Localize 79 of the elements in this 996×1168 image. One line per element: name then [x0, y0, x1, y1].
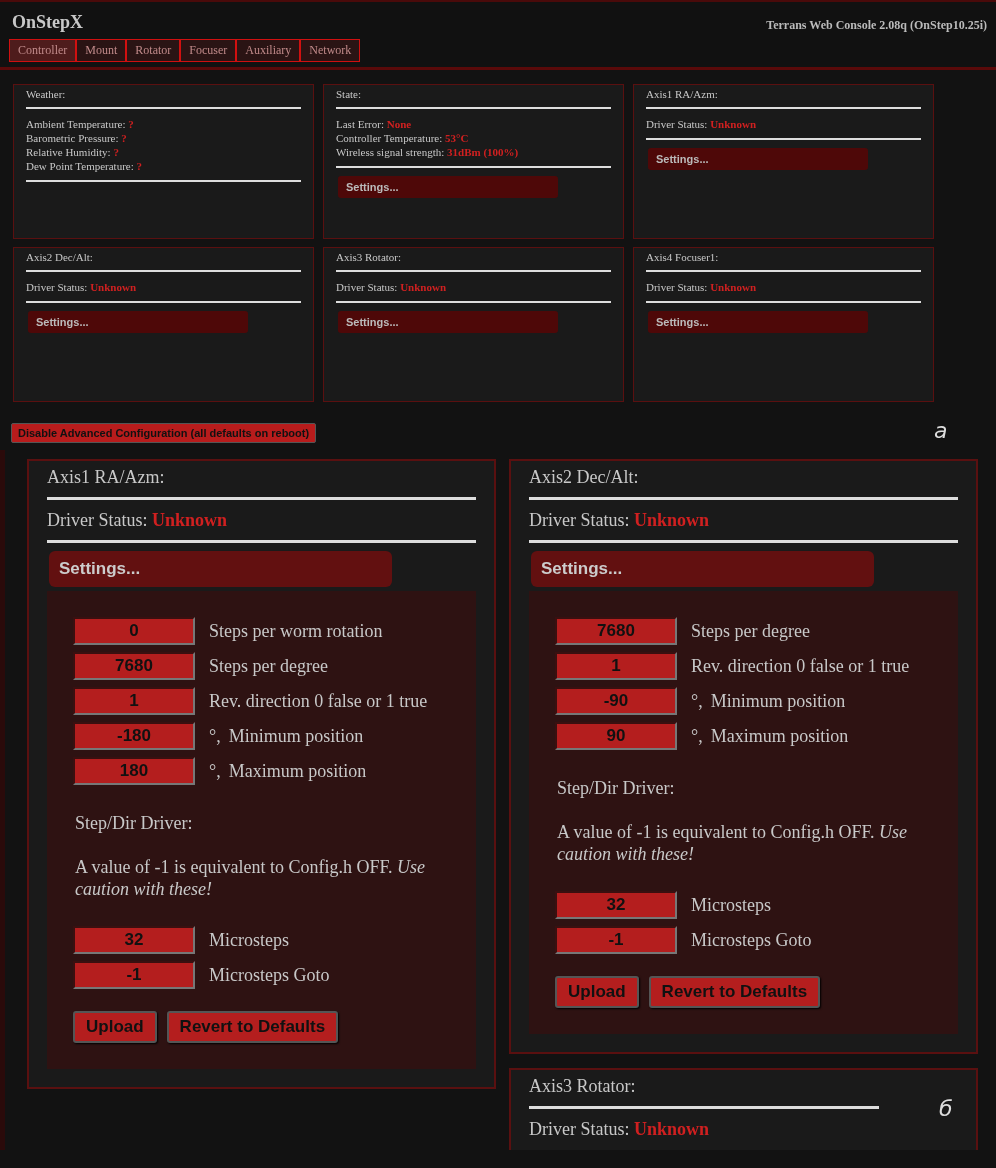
field-label: Microsteps Goto	[209, 964, 330, 986]
note-text: A value of -1 is equivalent to Config.h OFF. Use caution with these!	[75, 856, 427, 900]
status-text: Driver Status: Unknown	[529, 509, 710, 532]
figure-label: а	[934, 418, 948, 443]
value-field[interactable]: 90	[555, 722, 677, 750]
status-text: Ambient Temperature: ?	[26, 117, 135, 131]
value-field[interactable]: 32	[555, 891, 677, 919]
app-title: OnStepX	[12, 12, 84, 33]
settings-button[interactable]: Settings...	[49, 551, 392, 587]
status-text: Driver Status: Unknown	[529, 1118, 710, 1141]
settings-button[interactable]: Settings...	[338, 176, 558, 198]
value-field[interactable]: -1	[73, 961, 195, 989]
value-field[interactable]: 1	[73, 687, 195, 715]
status-text: Dew Point Temperature: ?	[26, 159, 144, 173]
settings-button[interactable]: Settings...	[531, 551, 874, 587]
card-title: Axis2 Dec/Alt:	[529, 466, 639, 489]
field-label: Microsteps	[691, 894, 771, 916]
status-text: Driver Status: Unknown	[646, 280, 758, 294]
card-title: Axis4 Focuser1:	[646, 251, 720, 263]
field-label: Microsteps	[209, 929, 289, 951]
card-title: Weather:	[26, 88, 67, 100]
unit-label: °,	[209, 725, 221, 747]
status-text: Driver Status: Unknown	[336, 280, 448, 294]
upload-button[interactable]: Upload	[73, 1011, 157, 1043]
value-field[interactable]: -90	[555, 687, 677, 715]
settings-button[interactable]: Settings...	[338, 311, 558, 333]
status-text: Driver Status: Unknown	[26, 280, 138, 294]
settings-button[interactable]: Settings...	[648, 311, 868, 333]
settings-button[interactable]: Settings...	[28, 311, 248, 333]
status-text: Barometric Pressure: ?	[26, 131, 128, 145]
value-field[interactable]: -1	[555, 926, 677, 954]
field-label: Steps per worm rotation	[209, 620, 383, 642]
status-text: Driver Status: Unknown	[47, 509, 228, 532]
field-label: Steps per degree	[691, 620, 810, 642]
card-title: State:	[336, 88, 363, 100]
section-heading: Step/Dir Driver:	[75, 813, 194, 834]
value-field[interactable]: -180	[73, 722, 195, 750]
field-label: Steps per degree	[209, 655, 328, 677]
nav-tab[interactable]: Controller	[9, 39, 77, 62]
status-text: Controller Temperature: 53°C	[336, 131, 470, 145]
version-text: Terrans Web Console 2.08q (OnStep10.25i)	[766, 18, 987, 34]
value-field[interactable]: 0	[73, 617, 195, 645]
card-title: Axis1 RA/Azm:	[47, 466, 165, 489]
card-title: Axis3 Rotator:	[336, 251, 403, 263]
value-field[interactable]: 180	[73, 757, 195, 785]
field-label: Rev. direction 0 false or 1 true	[209, 690, 428, 712]
unit-label: °,	[691, 725, 703, 747]
field-label: Maximum position	[228, 760, 367, 782]
nav-tab[interactable]: Focuser	[180, 39, 237, 62]
note-text: A value of -1 is equivalent to Config.h OFF. Use caution with these!	[557, 821, 909, 865]
field-label: Rev. direction 0 false or 1 true	[691, 655, 910, 677]
status-text: Driver Status: Unknown	[646, 117, 758, 131]
upload-button[interactable]: Upload	[555, 976, 639, 1008]
status-text: Last Error: None	[336, 117, 413, 131]
nav-tab[interactable]: Rotator	[126, 39, 181, 62]
card-title: Axis2 Dec/Alt:	[26, 251, 94, 263]
settings-button[interactable]: Settings...	[648, 148, 868, 170]
field-label: Maximum position	[710, 725, 849, 747]
figure-label: б	[939, 1096, 953, 1121]
nav-tab[interactable]: Auxiliary	[236, 39, 301, 62]
disable-advanced-button[interactable]: Disable Advanced Configuration (all defaults on reboot)	[11, 423, 317, 443]
value-field[interactable]: 7680	[555, 617, 677, 645]
status-text: Relative Humidity: ?	[26, 145, 120, 159]
field-label: Minimum position	[228, 725, 364, 747]
section-heading: Step/Dir Driver:	[557, 778, 676, 799]
field-label: Minimum position	[710, 690, 846, 712]
value-field[interactable]: 7680	[73, 652, 195, 680]
field-label: Microsteps Goto	[691, 929, 812, 951]
card-title: Axis1 RA/Azm:	[646, 88, 719, 100]
nav-tab[interactable]: Network	[300, 39, 361, 62]
revert-button[interactable]: Revert to Defaults	[166, 1011, 339, 1043]
nav-tab[interactable]: Mount	[76, 39, 127, 62]
status-text: Wireless signal strength: 31dBm (100%)	[336, 145, 520, 159]
card-title: Axis3 Rotator:	[529, 1075, 636, 1098]
value-field[interactable]: 1	[555, 652, 677, 680]
unit-label: °,	[209, 760, 221, 782]
value-field[interactable]: 32	[73, 926, 195, 954]
unit-label: °,	[691, 690, 703, 712]
revert-button[interactable]: Revert to Defaults	[648, 976, 821, 1008]
